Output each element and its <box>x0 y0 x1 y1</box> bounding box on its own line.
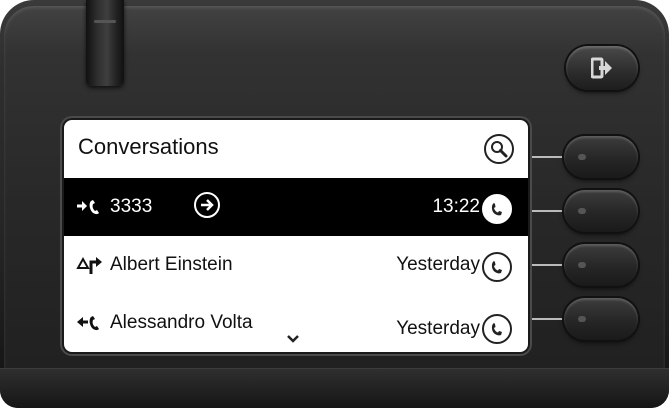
key-connector <box>528 264 566 266</box>
page-title: Conversations <box>78 134 219 159</box>
call-time: Yesterday <box>396 254 480 275</box>
outgoing-call-icon <box>77 200 99 215</box>
contact-name: Albert Einstein <box>110 254 233 275</box>
call-time: Yesterday <box>396 318 480 339</box>
key-connector <box>528 318 566 320</box>
phone-handset-icon <box>491 261 502 274</box>
phone-handset-icon <box>491 323 502 336</box>
forwarded-call-icon <box>76 256 102 274</box>
conversation-row[interactable]: Albert Einstein Yesterday <box>64 236 528 294</box>
key-led <box>578 208 586 214</box>
conversation-row[interactable]: 3333 13:22 <box>64 178 528 236</box>
line-key-4[interactable] <box>564 298 638 340</box>
incoming-call-icon <box>77 316 99 331</box>
details-button[interactable] <box>194 192 220 218</box>
phone-lower-edge <box>0 368 669 408</box>
call-time: 13:22 <box>432 196 480 217</box>
key-led <box>578 154 586 160</box>
phone-handset-icon <box>491 203 502 216</box>
logout-key[interactable] <box>566 46 638 90</box>
logout-icon <box>591 57 612 79</box>
key-connector <box>528 210 566 212</box>
handset-cradle <box>86 0 124 86</box>
key-connector <box>528 156 566 158</box>
key-led <box>578 316 586 322</box>
chevron-down-icon <box>287 335 299 343</box>
call-button[interactable] <box>482 252 512 282</box>
arrow-right-circle-icon <box>201 199 214 211</box>
display-screen: Conversations 3333 13:22 Albert Einstein… <box>64 120 528 352</box>
call-button[interactable] <box>482 314 512 344</box>
line-key-2[interactable] <box>564 190 638 232</box>
key-led <box>578 262 586 268</box>
line-key-3[interactable] <box>564 244 638 286</box>
search-icon <box>491 141 508 158</box>
contact-name: Alessandro Volta <box>110 312 253 333</box>
phone-body: Conversations 3333 13:22 Albert Einstein… <box>0 0 669 408</box>
search-button[interactable] <box>484 134 514 164</box>
screen-header: Conversations <box>64 120 528 178</box>
contact-name: 3333 <box>110 196 153 217</box>
call-button[interactable] <box>482 194 512 224</box>
line-key-1[interactable] <box>564 136 638 178</box>
